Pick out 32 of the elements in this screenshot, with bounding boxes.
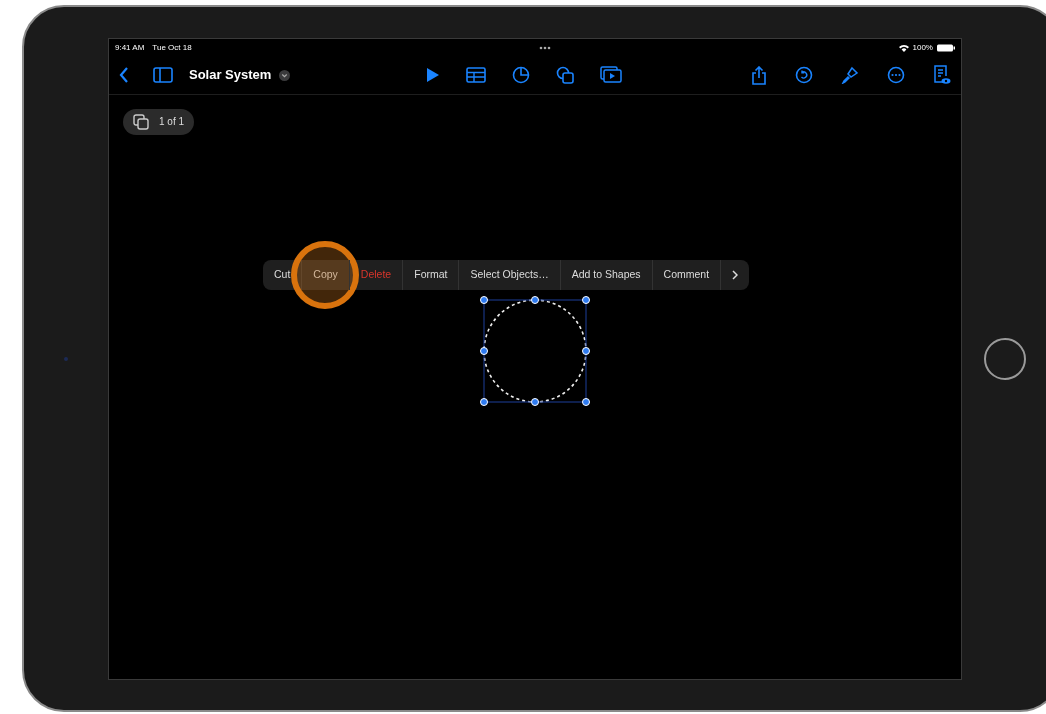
shapes-icon[interactable] (556, 66, 575, 84)
wifi-icon (898, 43, 909, 52)
menu-item[interactable]: Comment (651, 259, 721, 290)
play-icon[interactable] (426, 67, 441, 83)
undo-icon[interactable] (795, 66, 813, 84)
media-icon[interactable] (600, 66, 623, 84)
menu-item[interactable]: Delete (348, 259, 403, 290)
menu-item[interactable]: Select Objects… (458, 259, 560, 290)
pages-icon (133, 113, 149, 130)
camera-dot (64, 356, 68, 361)
dropdown-icon[interactable] (279, 69, 291, 81)
document-title: Solar System (189, 66, 272, 85)
status-time: 9:41 AM (115, 41, 145, 54)
chart-icon[interactable] (512, 66, 531, 84)
battery-percent: 100% (912, 41, 933, 54)
sidebar-icon[interactable] (153, 67, 173, 83)
menu-item[interactable]: Copy (301, 259, 349, 290)
table-icon[interactable] (466, 67, 487, 83)
paintbrush-icon[interactable] (841, 66, 859, 84)
page-indicator[interactable]: 1 of 1 (123, 108, 195, 135)
menu-item[interactable]: Cut (263, 259, 302, 290)
page-count: 1 of 1 (159, 115, 185, 129)
battery-icon (937, 43, 955, 52)
home-button[interactable] (984, 337, 1026, 380)
document-eye-icon[interactable] (933, 65, 951, 85)
share-icon[interactable] (751, 65, 767, 85)
status-date: Tue Oct 18 (152, 41, 192, 54)
menu-item[interactable]: Format (402, 259, 459, 290)
multitasking-icon (539, 45, 552, 50)
more-icon[interactable] (887, 66, 905, 84)
menu-item[interactable]: Add to Shapes (559, 259, 652, 290)
back-button[interactable] (119, 67, 129, 83)
